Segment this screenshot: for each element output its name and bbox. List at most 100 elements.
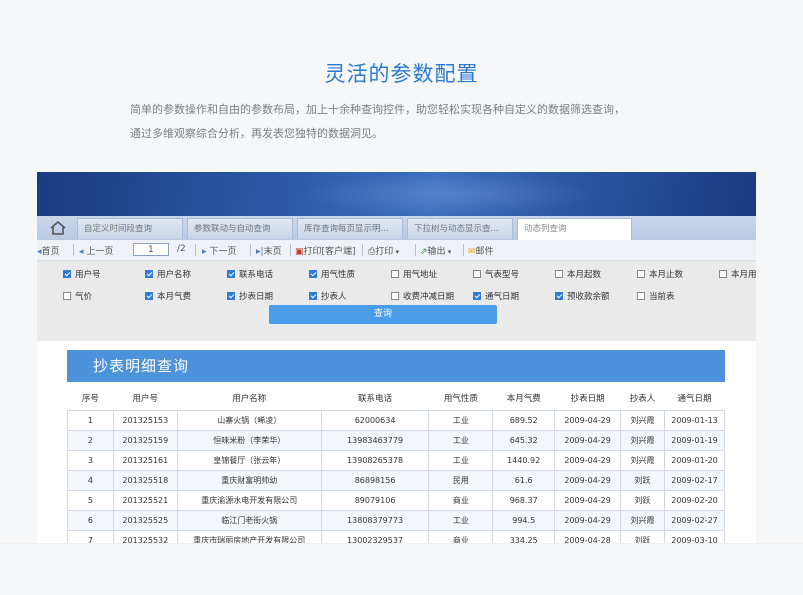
col-header: 抄表日期 <box>570 394 605 404</box>
filter-user-name[interactable]: 用户名称 <box>145 269 191 281</box>
tab-dropdown-tree[interactable]: 下拉树与动态显示查... <box>407 218 513 239</box>
filter-read-date[interactable]: 抄表日期 <box>227 291 273 303</box>
table-row[interactable]: 5 201325521 重庆渝源水电开发有限公司 89079106 商业 968.37 20… <box>67 490 725 511</box>
table-cell: 201325518 <box>112 470 178 491</box>
table-cell: 工业 <box>428 510 494 531</box>
table-cell: 201325161 <box>112 450 178 471</box>
page-total: /2 <box>177 244 186 254</box>
export-button[interactable]: ⇗输出 ▾ <box>420 244 451 257</box>
prev-page-button[interactable]: ◂ 上一页 <box>79 244 113 257</box>
table-cell: 工业 <box>428 410 494 431</box>
filter-phone[interactable]: 联系电话 <box>227 269 273 281</box>
table-cell: 民用 <box>428 470 494 491</box>
mail-icon: ✉ <box>468 247 476 257</box>
page-number-input[interactable]: 1 <box>133 243 169 256</box>
app-screenshot: 自定义时间段查询 参数联动与自动查询 库存查询每页显示明... 下拉树与动态显示… <box>37 172 756 544</box>
table-row[interactable]: 1 201325153 山寨火锅（晞凌） 62000634 工业 689.52 2009-0… <box>67 410 725 431</box>
filter-charge-offset-date[interactable]: 收费冲减日期 <box>391 291 454 303</box>
table-cell: 山寨火锅（晞凌） <box>176 410 322 431</box>
table-cell: 201325532 <box>112 530 178 544</box>
table-cell: 2009-01-20 <box>664 450 725 471</box>
table-cell: 刘兴霞 <box>620 410 665 431</box>
filter-month-start[interactable]: 本月起数 <box>555 269 601 281</box>
tab-bar: 自定义时间段查询 参数联动与自动查询 库存查询每页显示明... 下拉树与动态显示… <box>37 216 756 241</box>
table-cell: 恒味米粉（李荣华） <box>176 430 322 451</box>
app-banner <box>37 172 756 216</box>
table-cell: 2009-04-28 <box>554 530 622 544</box>
table-cell: 89079106 <box>320 490 430 511</box>
table-cell: 2009-02-27 <box>664 510 725 531</box>
section-description: 简单的参数操作和自由的参数布局，加上十余种查询控件，助您轻松实现各种自定义的数据… <box>130 98 690 146</box>
query-button[interactable]: 查询 <box>269 305 497 324</box>
filter-gas-price[interactable]: 气价 <box>63 291 92 303</box>
filter-gas-address[interactable]: 用气地址 <box>391 269 437 281</box>
table-row[interactable]: 2 201325159 恒味米粉（李荣华） 13983463779 工业 645.32 20… <box>67 430 725 451</box>
filter-month-fee[interactable]: 本月气费 <box>145 291 191 303</box>
filter-gas-open-date[interactable]: 通气日期 <box>473 291 519 303</box>
table-cell: 645.32 <box>492 430 556 451</box>
table-cell: 201325521 <box>112 490 178 511</box>
table-row[interactable]: 4 201325518 重庆财富明帅幼 86898156 民用 61.6 2009-04-2… <box>67 470 725 491</box>
table-row[interactable]: 3 201325161 皇锦餐厅（张云年） 13908265378 工业 1440.92 2… <box>67 450 725 471</box>
table-cell: 刘兴霞 <box>620 430 665 451</box>
export-icon: ⇗ <box>420 247 428 257</box>
table-cell: 2009-04-29 <box>554 450 622 471</box>
table-cell: 1 <box>67 410 114 431</box>
table-cell: 689.52 <box>492 410 556 431</box>
table-cell: 13908265378 <box>320 450 430 471</box>
last-page-icon: ▸| <box>256 247 264 257</box>
table-cell: 3 <box>67 450 114 471</box>
print-dropdown-icon: ▾ <box>393 248 399 256</box>
export-dropdown-icon: ▾ <box>445 248 452 256</box>
col-header: 联系电话 <box>358 394 393 404</box>
table-header-row: 序号 用户号 用户名称 联系电话 用气性质 本月气费 抄表日期 抄表人 通气日期 <box>68 386 725 411</box>
tab-custom-period[interactable]: 自定义时间段查询 <box>77 218 183 239</box>
table-cell: 重庆财富明帅幼 <box>176 470 322 491</box>
tab-param-linkage[interactable]: 参数联动与自动查询 <box>187 218 293 239</box>
filter-reader[interactable]: 抄表人 <box>309 291 347 303</box>
filter-month-end[interactable]: 本月止数 <box>637 269 683 281</box>
table-cell: 2009-04-29 <box>554 510 622 531</box>
table-cell: 重庆渝源水电开发有限公司 <box>176 490 322 511</box>
table-cell: 2009-03-10 <box>664 530 725 544</box>
table-cell: 5 <box>67 490 114 511</box>
tab-inventory-query[interactable]: 库存查询每页显示明... <box>297 218 403 239</box>
table-cell: 7 <box>67 530 114 544</box>
col-header: 用户名称 <box>232 394 267 404</box>
col-header: 抄表人 <box>629 394 656 404</box>
table-cell: 2009-02-20 <box>664 490 725 511</box>
table-cell: 皇锦餐厅（张云年） <box>176 450 322 471</box>
col-header: 通气日期 <box>677 394 712 404</box>
filter-meter-model[interactable]: 气表型号 <box>473 269 519 281</box>
table-cell: 2009-04-29 <box>554 490 622 511</box>
results-table: 序号 用户号 用户名称 联系电话 用气性质 本月气费 抄表日期 抄表人 通气日期… <box>67 386 725 544</box>
filter-prepaid-balance[interactable]: 预收款余额 <box>555 291 610 303</box>
table-row[interactable]: 7 201325532 重庆市瑞丽房地产开发有限公司 13002329537 商业 334… <box>67 530 725 544</box>
section-heading: 灵活的参数配置 <box>324 62 479 86</box>
pager-toolbar: ◂首页 ◂ 上一页 1 /2 ▸ 下一页 ▸|末页 ▣打印[客户端] ⎙打印 ▾… <box>37 240 756 261</box>
first-page-button[interactable]: ◂首页 <box>37 244 60 257</box>
table-cell: 1440.92 <box>492 450 556 471</box>
filter-gas-type[interactable]: 用气性质 <box>309 269 355 281</box>
col-header: 用户号 <box>132 394 159 404</box>
filter-month-usage[interactable]: 本月用 <box>719 269 756 281</box>
col-header: 用气性质 <box>443 394 478 404</box>
print-client-icon: ▣ <box>295 247 304 257</box>
table-cell: 商业 <box>428 490 494 511</box>
table-cell: 62000634 <box>320 410 430 431</box>
filter-current-meter[interactable]: 当前表 <box>637 291 675 303</box>
filter-user-id[interactable]: 用户号 <box>63 269 101 281</box>
table-cell: 商业 <box>428 530 494 544</box>
print-button[interactable]: ⎙打印 ▾ <box>368 244 399 257</box>
mail-button[interactable]: ✉邮件 <box>468 244 494 257</box>
panel-title: 抄表明细查询 <box>67 350 725 382</box>
table-row[interactable]: 6 201325525 临江门老街火锅 13808379773 工业 994.5 2009-… <box>67 510 725 531</box>
last-page-button[interactable]: ▸|末页 <box>256 244 282 257</box>
print-client-button[interactable]: ▣打印[客户端] <box>295 244 356 257</box>
next-page-button[interactable]: ▸ 下一页 <box>202 244 236 257</box>
tab-dynamic-columns[interactable]: 动态列查询 <box>517 218 632 240</box>
home-icon[interactable] <box>49 220 67 236</box>
table-cell: 994.5 <box>492 510 556 531</box>
table-cell: 968.37 <box>492 490 556 511</box>
table-cell: 2009-04-29 <box>554 470 622 491</box>
